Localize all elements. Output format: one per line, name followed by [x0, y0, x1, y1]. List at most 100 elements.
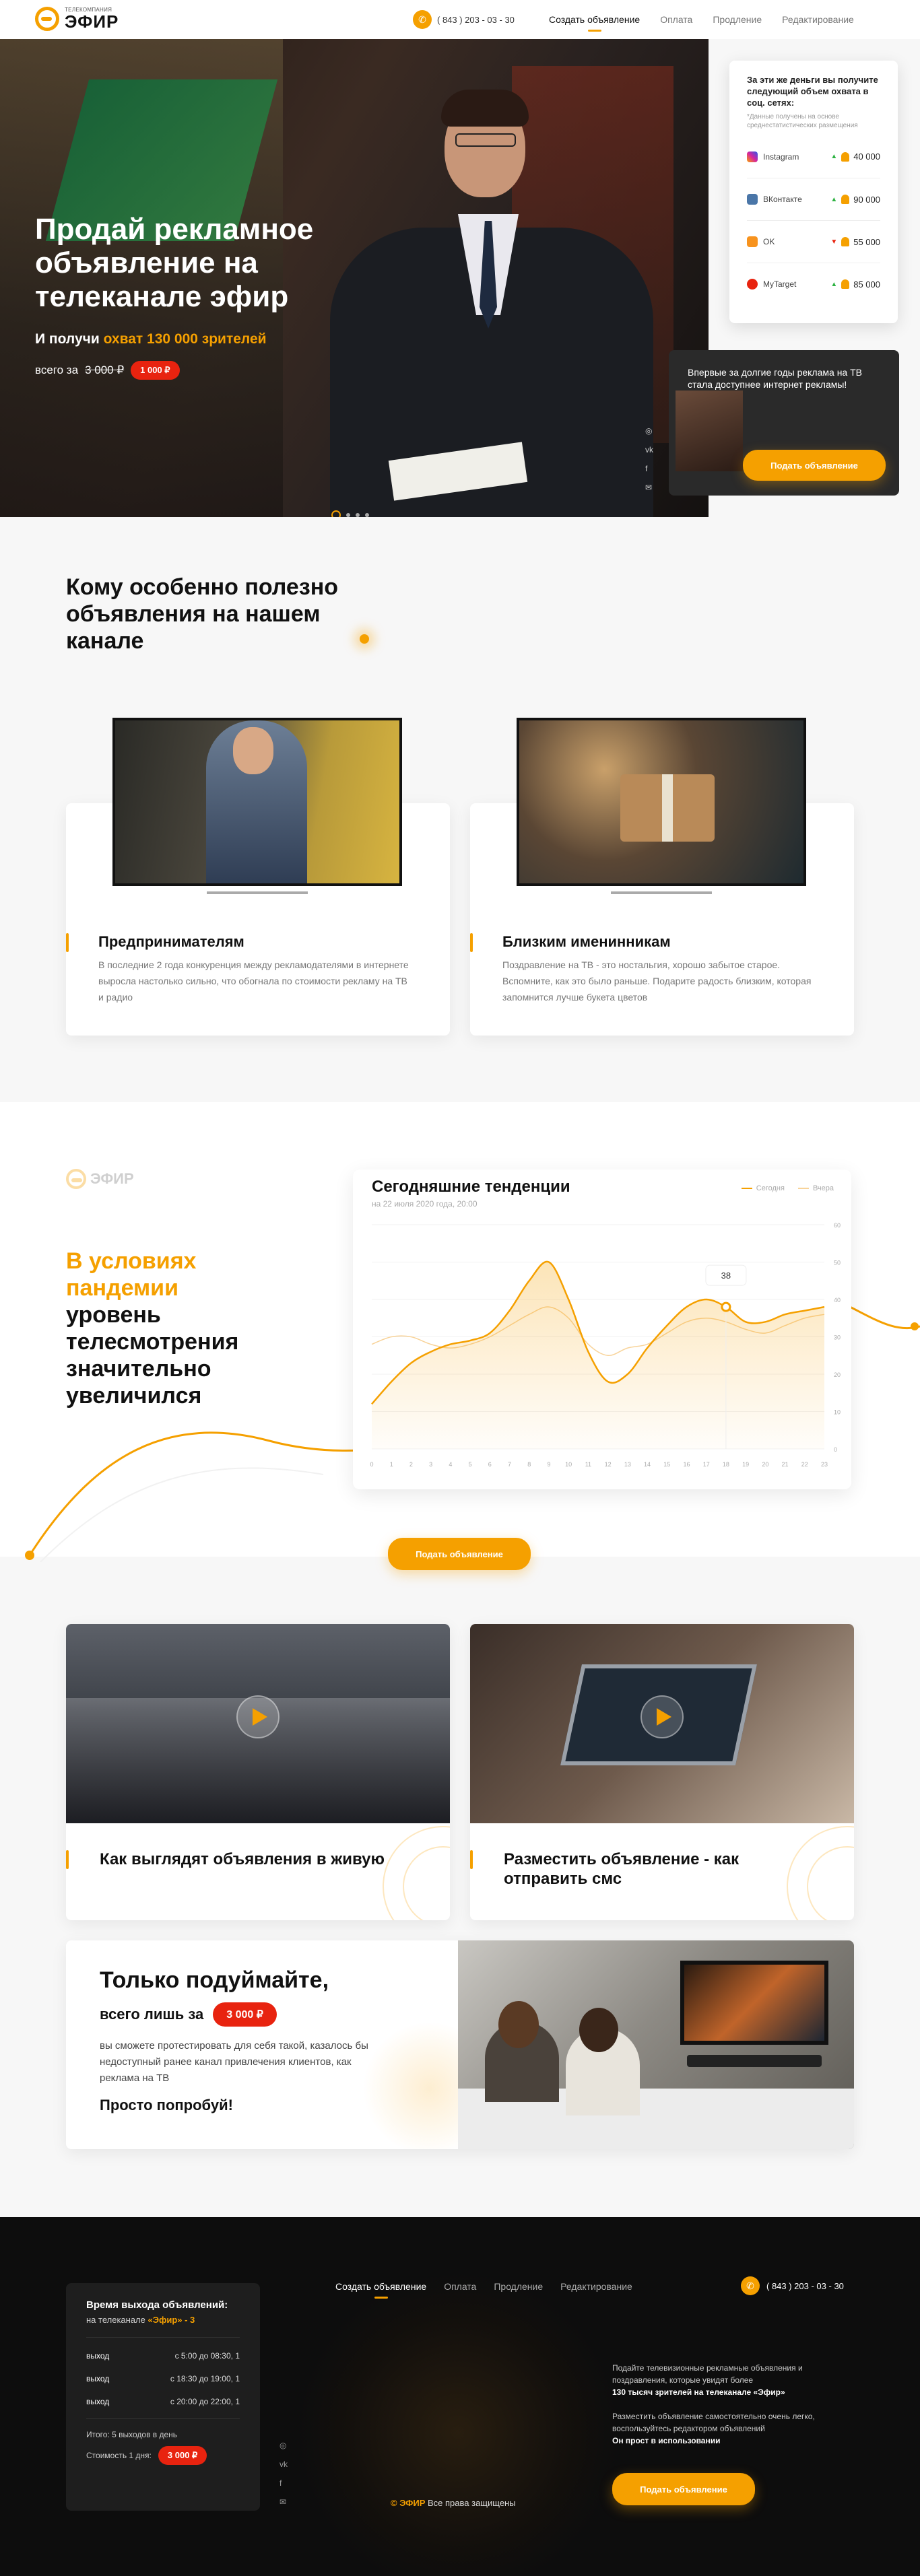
chart-x-tick: 16 [683, 1461, 690, 1468]
mail-icon[interactable]: ✉ [645, 483, 653, 492]
old-price: 3 000 ₽ [85, 364, 125, 376]
footer-nav-renewal[interactable]: Продление [494, 2281, 543, 2292]
video-thumbnail-office[interactable] [66, 1624, 450, 1823]
social-reach-card: За эти же деньги вы получите следующий о… [729, 61, 898, 323]
ok-icon [747, 236, 758, 247]
facebook-icon[interactable]: f [645, 464, 653, 473]
tv-gift-image [517, 718, 806, 886]
facebook-icon[interactable]: f [280, 2478, 288, 2488]
chart-y-tick: 40 [834, 1297, 841, 1303]
footer-nav-payment[interactable]: Оплата [444, 2281, 476, 2292]
arrow-up-icon: ▲ [830, 153, 838, 160]
chart-x-tick: 14 [644, 1461, 651, 1468]
schedule-row: выход с 5:00 до 08:30, 1 [86, 2351, 240, 2361]
nav-create-ad[interactable]: Создать объявление [549, 14, 640, 32]
tv-entrepreneur-image [112, 718, 402, 886]
couple-watching-tv-photo [458, 1940, 854, 2149]
slider-dot[interactable] [365, 513, 369, 517]
phone-number[interactable]: ( 843 ) 203 - 03 - 30 [437, 15, 515, 25]
nav-payment[interactable]: Оплата [660, 14, 692, 25]
phone-icon[interactable]: ✆ [413, 10, 432, 29]
chart-x-tick: 18 [723, 1461, 729, 1468]
trend-chart: 01020304050600 1 2 3 4 5 6 7 8 9 10 11 12 13 14 15 16 17 1… [370, 1222, 841, 1468]
arrow-up-icon: ▲ [830, 280, 838, 288]
hero-price: всего за 3 000 ₽ 1 000 ₽ [35, 361, 180, 380]
play-icon[interactable] [640, 1695, 684, 1738]
vk-icon [747, 194, 758, 205]
arrow-down-icon: ▼ [830, 238, 838, 246]
tooltip-point [721, 1301, 731, 1312]
footer-phone-number[interactable]: ( 843 ) 203 - 03 - 30 [766, 2281, 844, 2291]
nav-renewal[interactable]: Продление [713, 14, 762, 25]
site-logo[interactable]: ТЕЛЕКОМПАНИЯ ЭФИР [35, 7, 119, 31]
card-description: В последние 2 года конкуренция между рек… [98, 959, 409, 1003]
hero-banner: Продай рекламное объявление на телеканал… [0, 39, 709, 517]
card-title: Предпринимателям [98, 933, 244, 950]
video-thumbnail-laptop[interactable] [470, 1624, 854, 1823]
footer-submit-button[interactable]: Подать объявление [612, 2473, 755, 2505]
chart-y-tick: 0 [834, 1446, 837, 1453]
promo-card: Впервые за долгие годы реклама на ТВ ста… [669, 350, 899, 496]
chart-x-tick: 6 [488, 1461, 492, 1468]
promo-image [676, 391, 743, 471]
instagram-icon[interactable]: ◎ [645, 426, 653, 436]
instagram-icon[interactable]: ◎ [280, 2441, 288, 2450]
chart-y-tick: 20 [834, 1371, 841, 1378]
video-card-sms[interactable]: Разместить объявление - как отправить см… [470, 1624, 854, 1920]
reach-highlight: охват 130 000 зрителей [103, 331, 267, 347]
series-area-today [372, 1261, 824, 1449]
try-card: Только подуймайте, всего лишь за 3 000 ₽… [66, 1940, 854, 2149]
nav-editing[interactable]: Редактирование [782, 14, 854, 25]
chart-x-tick: 10 [565, 1461, 572, 1468]
hero-title: Продай рекламное объявление на телеканал… [35, 213, 314, 313]
chart-y-tick: 60 [834, 1222, 841, 1229]
vk-icon[interactable]: vk [645, 445, 653, 454]
footer-description: Подайте телевизионные рекламные объявлен… [612, 2363, 815, 2445]
try-description: вы сможете протестировать для себя такой… [100, 2040, 368, 2084]
phone-icon[interactable]: ✆ [741, 2276, 760, 2295]
chart-y-tick: 30 [834, 1334, 841, 1341]
chart-x-tick: 4 [449, 1461, 452, 1468]
person-icon [841, 237, 850, 246]
schedule-channel: на телеканале «Эфир» - 3 [86, 2315, 195, 2325]
card-title: Близким именинникам [502, 933, 671, 950]
promo-submit-button[interactable]: Подать объявление [743, 450, 886, 481]
schedule-title: Время выхода объявлений: [86, 2299, 228, 2311]
chart-y-tick: 50 [834, 1260, 841, 1266]
copyright: © ЭФИР Все права защищены [391, 2498, 516, 2508]
logo-icon [35, 7, 59, 31]
slider-dot[interactable] [356, 513, 360, 517]
header-phone[interactable]: ✆ ( 843 ) 203 - 03 - 30 [413, 10, 515, 29]
logo-watermark: ЭФИР [66, 1169, 134, 1189]
footer-nav-create-ad[interactable]: Создать объявление [335, 2281, 426, 2299]
trend-submit-button[interactable]: Подать объявление [388, 1538, 531, 1570]
footer-phone[interactable]: ✆ ( 843 ) 203 - 03 - 30 [741, 2276, 844, 2295]
tv-screen [680, 1961, 828, 2045]
person-icon [841, 279, 850, 289]
try-cta: Просто попробуй! [100, 2097, 233, 2113]
video-card-live[interactable]: Как выглядят объявления в живую [66, 1624, 450, 1920]
arrow-up-icon: ▲ [830, 195, 838, 203]
chart-x-tick: 17 [703, 1461, 710, 1468]
chart-x-tick: 21 [782, 1461, 789, 1468]
slider-dot[interactable] [346, 513, 350, 517]
new-price-badge: 1 000 ₽ [131, 361, 180, 380]
play-icon[interactable] [236, 1695, 280, 1738]
audience-title: Кому особенно полезно объявления на наше… [66, 574, 339, 654]
mail-icon[interactable]: ✉ [280, 2497, 288, 2507]
reach-row-mytarget: MyTarget ▲ 85 000 [747, 263, 880, 305]
footer-social-links: ◎ vk f ✉ [280, 2441, 288, 2507]
vk-icon[interactable]: vk [280, 2460, 288, 2469]
cost-label: Стоимость 1 дня: [86, 2451, 152, 2460]
reach-row-ok: OK ▼ 55 000 [747, 220, 880, 263]
slider-dot-active[interactable] [331, 510, 341, 517]
hero-subtitle: И получи охват 130 000 зрителей [35, 331, 267, 347]
trend-chart-card: Сегодняшние тенденции на 22 июля 2020 го… [353, 1170, 851, 1489]
footer-nav-editing[interactable]: Редактирование [560, 2281, 632, 2292]
chart-x-tick: 11 [585, 1461, 591, 1468]
hero-social-links: ◎ vk f ✉ [645, 426, 653, 492]
slider-dots [331, 510, 369, 517]
chart-x-tick: 7 [508, 1461, 511, 1468]
video-title: Как выглядят объявления в живую [100, 1850, 385, 1868]
reach-row-vk: ВКонтакте ▲ 90 000 [747, 178, 880, 220]
